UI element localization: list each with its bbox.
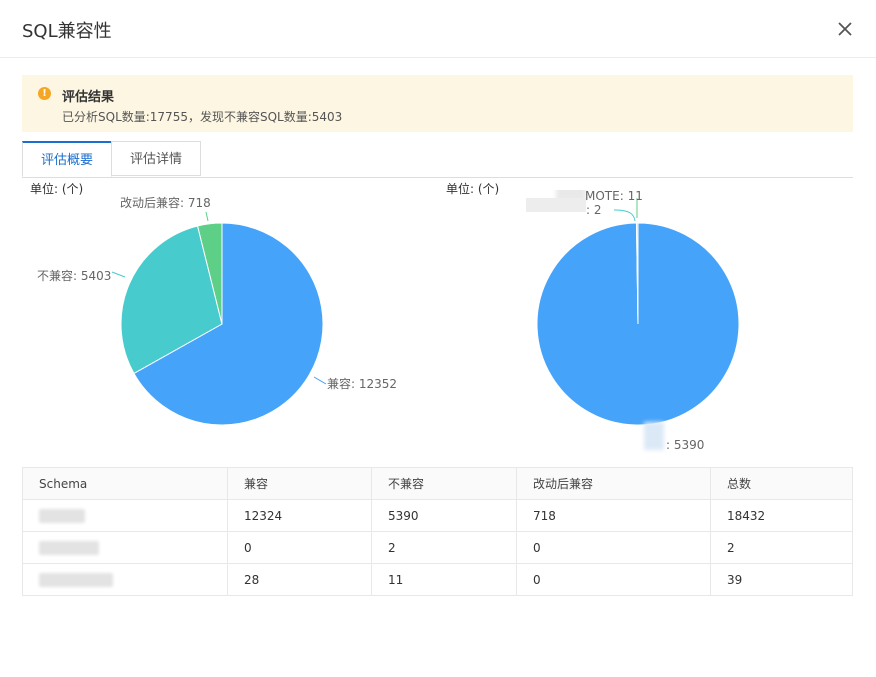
leader-line — [111, 271, 126, 278]
table-cell: 39 — [710, 563, 853, 596]
table-cell: 5390 — [371, 499, 517, 532]
schema-cell — [22, 531, 228, 564]
assessment-alert: ! 评估结果 已分析SQL数量:17755，发现不兼容SQL数量:5403 — [22, 75, 853, 132]
table-cell: 718 — [516, 499, 711, 532]
redacted-schema — [39, 572, 113, 587]
column-header: 改动后兼容 — [516, 467, 711, 500]
column-header: 不兼容 — [371, 467, 517, 500]
table-cell: 0 — [227, 531, 372, 564]
schema-cell — [22, 499, 228, 532]
table-header-row: Schema 兼容 不兼容 改动后兼容 总数 — [22, 467, 853, 500]
close-icon[interactable] — [834, 18, 856, 40]
compat-table: Schema 兼容 不兼容 改动后兼容 总数 12324 5390 718 18… — [22, 467, 853, 596]
slice-label-modified: 改动后兼容: 718 — [120, 195, 211, 210]
redacted-label — [526, 198, 586, 212]
table-cell: 0 — [516, 563, 711, 596]
alert-title: 评估结果 — [62, 90, 115, 105]
tab-details[interactable]: 评估详情 — [111, 141, 201, 176]
table-cell: 2 — [371, 531, 517, 564]
slice-label-incompatible: 不兼容: 5403 — [37, 268, 111, 283]
table-cell: 0 — [516, 531, 711, 564]
leader-line — [313, 376, 327, 385]
warning-icon: ! — [38, 87, 51, 100]
leader-line — [205, 211, 209, 222]
slice-label-small: : 2 — [586, 203, 602, 217]
tab-bar: 评估概要 评估详情 — [22, 141, 853, 178]
dialog-title: SQL兼容性 — [22, 21, 112, 42]
slice-label-compatible: 兼容: 12352 — [327, 376, 397, 391]
column-header: Schema — [22, 467, 228, 500]
dialog-header: SQL兼容性 — [0, 0, 876, 58]
leader-line — [613, 209, 636, 222]
column-header: 总数 — [710, 467, 853, 500]
column-header: 兼容 — [227, 467, 372, 500]
redacted-schema — [39, 540, 99, 555]
table-cell: 2 — [710, 531, 853, 564]
slice-label-remote: MOTE: 11 — [585, 190, 643, 203]
schema-pie-chart: MOTE: 11 : 2 : 5390 — [526, 190, 740, 452]
redacted-label — [644, 422, 664, 450]
tab-overview[interactable]: 评估概要 — [22, 141, 112, 177]
table-cell: 18432 — [710, 499, 853, 532]
table-cell: 28 — [227, 563, 372, 596]
redacted-schema — [39, 508, 85, 523]
table-cell: 11 — [371, 563, 517, 596]
alert-description: 已分析SQL数量:17755，发现不兼容SQL数量:5403 — [62, 110, 343, 124]
table-cell: 12324 — [227, 499, 372, 532]
schema-cell — [22, 563, 228, 596]
slice-label-main: : 5390 — [666, 438, 704, 452]
compat-pie-chart: 改动后兼容: 718 不兼容: 5403 兼容: 12352 — [37, 195, 397, 426]
table-row: 12324 5390 718 18432 — [22, 499, 853, 532]
table-row: 0 2 0 2 — [22, 531, 853, 564]
table-row: 28 11 0 39 — [22, 563, 853, 596]
